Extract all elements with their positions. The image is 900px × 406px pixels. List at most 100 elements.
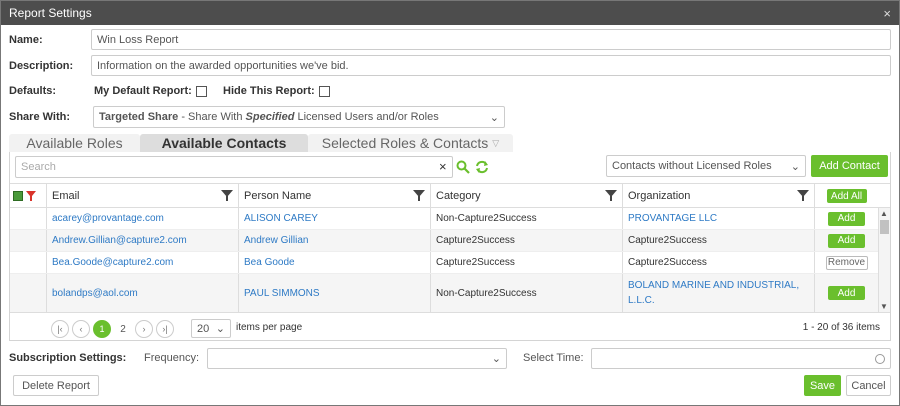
defaults-label: Defaults: (9, 85, 57, 97)
filter-icon[interactable] (413, 190, 425, 201)
export-icon[interactable] (13, 191, 23, 201)
header-actions (10, 184, 46, 208)
table-row: bolandps@aol.com PAUL SIMMONS Non-Captur… (10, 274, 878, 312)
search-input[interactable]: Search (15, 156, 453, 178)
header-person-name[interactable]: Person Name (238, 184, 430, 208)
org-link[interactable]: BOLAND MARINE AND INDUSTRIAL, L.L.C. (628, 278, 806, 308)
items-per-page-label: items per page (236, 322, 303, 333)
filter-icon[interactable] (797, 190, 809, 201)
email-link[interactable]: Andrew.Gillian@capture2.com (52, 235, 187, 246)
filter-icon[interactable] (221, 190, 233, 201)
next-page-button[interactable]: › (135, 320, 153, 338)
description-input[interactable]: Information on the awarded opportunities… (91, 55, 891, 76)
contact-filter-select[interactable]: Contacts without Licensed Roles ⌄ (606, 155, 806, 177)
grid-header: Email Person Name Category Organization … (10, 184, 890, 208)
frequency-label: Frequency: (144, 352, 200, 364)
add-all-button[interactable]: Add All (826, 189, 867, 203)
search-icon[interactable] (456, 160, 470, 174)
share-bold: Targeted Share (99, 111, 179, 123)
delete-report-button[interactable]: Delete Report (13, 375, 99, 396)
grid-scrollbar[interactable]: ▲ ▼ (878, 208, 890, 312)
hide-report-checkbox[interactable] (318, 85, 330, 97)
chevron-down-icon: ⌄ (491, 353, 501, 365)
description-value: Information on the awarded opportunities… (97, 59, 349, 72)
page-2-button[interactable]: 2 (114, 320, 132, 338)
chevron-up-icon[interactable]: ▲ (880, 209, 888, 218)
page-size-select[interactable]: 20 ⌄ (191, 319, 231, 338)
header-email[interactable]: Email (46, 184, 238, 208)
name-cell: ALISON CAREY (238, 208, 430, 229)
cancel-button[interactable]: Cancel (846, 375, 891, 396)
time-input[interactable] (591, 348, 891, 369)
chevron-down-icon: ⌄ (489, 111, 499, 124)
pager-summary: 1 - 20 of 36 items (802, 322, 880, 333)
table-row: Bea.Goode@capture2.com Bea Goode Capture… (10, 252, 878, 274)
action-cell: Add (814, 230, 878, 251)
action-cell: Remove (814, 252, 878, 273)
chevron-down-icon[interactable]: ▼ (880, 302, 888, 311)
filter-icon: ▽ (492, 137, 500, 148)
table-row: acarey@provantage.com ALISON CAREY Non-C… (10, 208, 878, 230)
filter-icon[interactable] (605, 190, 617, 201)
header-category[interactable]: Category (430, 184, 622, 208)
refresh-icon[interactable] (475, 160, 489, 174)
description-row: Description: (9, 58, 73, 74)
tab-available-roles[interactable]: Available Roles (9, 134, 140, 152)
share-em: Specified (245, 111, 295, 123)
report-settings-dialog: Report Settings × Name: Win Loss Report … (0, 0, 900, 406)
contact-filter-value: Contacts without Licensed Roles (612, 160, 772, 172)
org-cell: PROVANTAGE LLC (622, 208, 814, 229)
name-input[interactable]: Win Loss Report (91, 29, 891, 50)
defaults-row: Defaults: (9, 83, 56, 99)
share-select[interactable]: Targeted Share - Share With Specified Li… (93, 106, 505, 128)
email-link[interactable]: acarey@provantage.com (52, 213, 164, 224)
email-cell: Bea.Goode@capture2.com (46, 252, 238, 273)
last-page-button[interactable]: ›| (156, 320, 174, 338)
header-add-all: Add All (814, 184, 878, 208)
name-label: Name: (9, 34, 43, 46)
tab-available-contacts[interactable]: Available Contacts (140, 134, 308, 152)
clock-icon[interactable] (875, 353, 885, 364)
frequency-select[interactable]: ⌄ (207, 348, 507, 369)
my-default-checkbox[interactable] (195, 85, 207, 97)
page-1-button[interactable]: 1 (93, 320, 111, 338)
category-cell: Non-Capture2Success (430, 274, 622, 312)
first-page-button[interactable]: |‹ (51, 320, 69, 338)
category-cell: Non-Capture2Success (430, 208, 622, 229)
org-link[interactable]: PROVANTAGE LLC (628, 213, 717, 224)
select-time-label: Select Time: (523, 352, 584, 364)
category-cell: Capture2Success (430, 252, 622, 273)
email-link[interactable]: Bea.Goode@capture2.com (52, 257, 173, 268)
hide-report-group: Hide This Report: (223, 83, 330, 99)
header-organization[interactable]: Organization (622, 184, 814, 208)
remove-button[interactable]: Remove (825, 255, 868, 270)
person-link[interactable]: Andrew Gillian (244, 235, 308, 246)
person-link[interactable]: Bea Goode (244, 257, 295, 268)
share-rest: Licensed Users and/or Roles (294, 111, 439, 123)
email-cell: Andrew.Gillian@capture2.com (46, 230, 238, 251)
clear-filter-icon[interactable] (26, 191, 36, 201)
description-label: Description: (9, 60, 74, 72)
tab-selected-label: Selected Roles & Contacts (321, 135, 489, 151)
hide-report-label: Hide This Report: (223, 85, 315, 97)
name-cell: Andrew Gillian (238, 230, 430, 251)
save-button[interactable]: Save (804, 375, 841, 396)
subscription-label: Subscription Settings: (9, 352, 127, 364)
chevron-down-icon: ⌄ (790, 160, 800, 173)
person-link[interactable]: PAUL SIMMONS (244, 288, 320, 299)
dialog-title: Report Settings (9, 6, 92, 20)
clear-icon[interactable]: × (439, 159, 447, 174)
tab-selected-roles-contacts[interactable]: Selected Roles & Contacts ▽ (308, 134, 513, 152)
person-link[interactable]: ALISON CAREY (244, 213, 318, 224)
add-button[interactable]: Add (828, 286, 865, 300)
scroll-thumb[interactable] (880, 220, 889, 234)
header-email-label: Email (52, 190, 80, 202)
add-contact-button[interactable]: Add Contact (811, 155, 888, 177)
add-button[interactable]: Add (828, 233, 865, 248)
prev-page-button[interactable]: ‹ (72, 320, 90, 338)
email-cell: bolandps@aol.com (46, 274, 238, 312)
my-default-group: My Default Report: (94, 83, 207, 99)
add-button[interactable]: Add (828, 211, 865, 226)
close-icon[interactable]: × (883, 6, 891, 21)
email-link[interactable]: bolandps@aol.com (52, 288, 138, 299)
